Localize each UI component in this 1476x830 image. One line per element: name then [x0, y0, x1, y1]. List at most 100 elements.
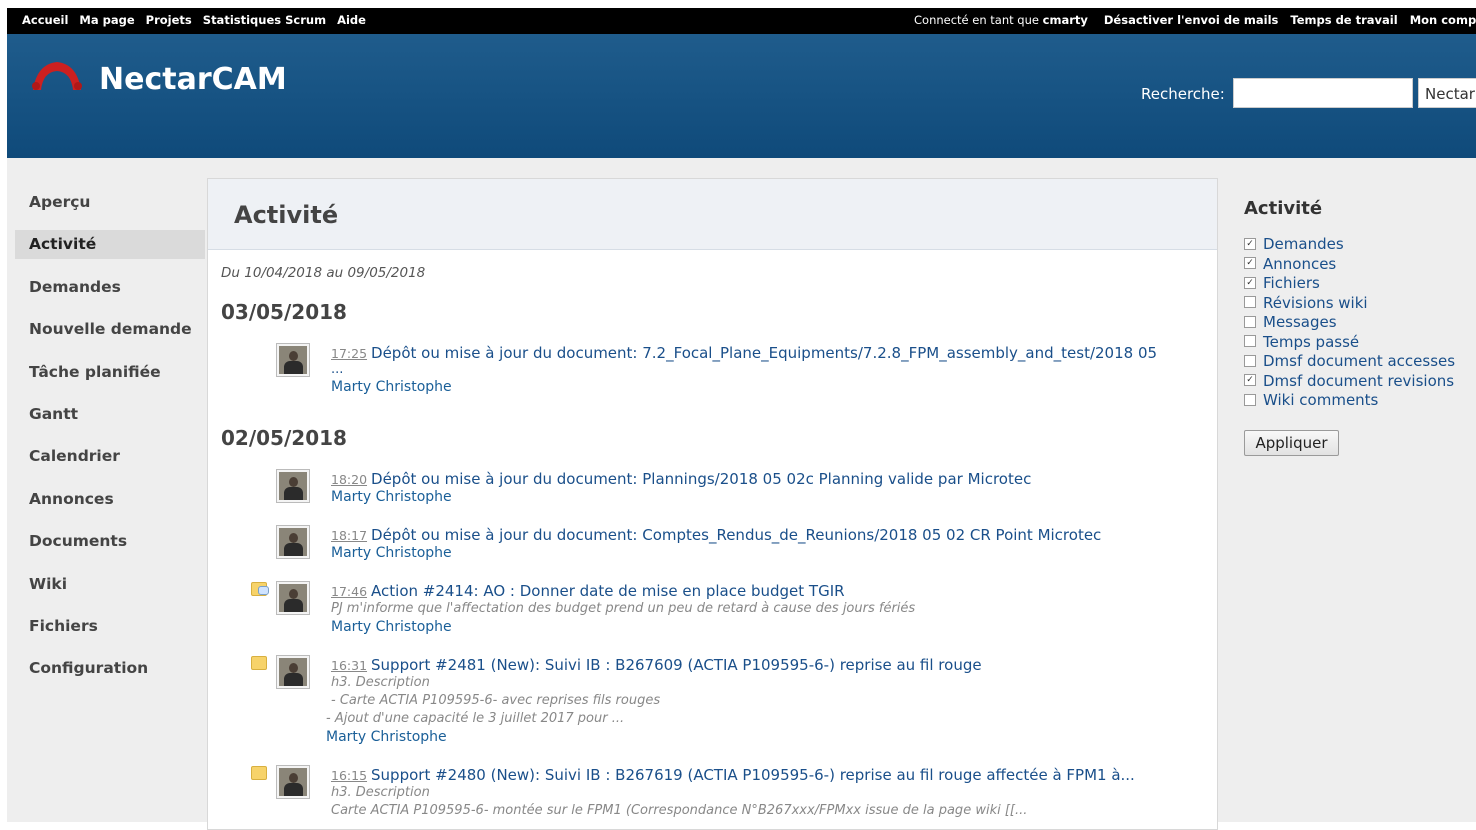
- top-menu-ma-page[interactable]: Ma page: [79, 13, 134, 27]
- nav-item-configuration[interactable]: Configuration: [15, 654, 205, 683]
- avatar: [276, 525, 310, 559]
- filter-label[interactable]: Dmsf document accesses: [1263, 352, 1455, 370]
- event-time: 16:31: [331, 658, 368, 673]
- top-menu-mon-compte[interactable]: Mon comp: [1410, 13, 1476, 27]
- event-title-link[interactable]: Dépôt ou mise à jour du document: Compte…: [371, 526, 1101, 544]
- site-title[interactable]: NectarCAM: [99, 62, 287, 97]
- filter-revisions-wiki[interactable]: Révisions wiki: [1244, 294, 1476, 314]
- filter-checkbox[interactable]: [1244, 354, 1256, 367]
- filter-annonces[interactable]: ✓ Annonces: [1244, 255, 1476, 275]
- top-menu-projets[interactable]: Projets: [146, 13, 192, 27]
- page-title: Activité: [234, 201, 339, 229]
- event-description: Carte ACTIA P109595-6- montée sur le FPM…: [331, 803, 1028, 818]
- nav-item-tache-planifiee[interactable]: Tâche planifiée: [15, 358, 205, 387]
- nectarcam-logo-icon: [32, 62, 82, 90]
- filter-checkbox[interactable]: ✓: [1244, 237, 1256, 250]
- filter-checkbox[interactable]: ✓: [1244, 276, 1256, 289]
- nav-item-calendrier[interactable]: Calendrier: [15, 442, 205, 471]
- event-author-link[interactable]: Marty Christophe: [331, 618, 915, 637]
- filter-checkbox[interactable]: ✓: [1244, 374, 1256, 386]
- filter-dmsf-document-accesses[interactable]: Dmsf document accesses: [1244, 352, 1476, 372]
- day-heading: 03/05/2018: [221, 300, 347, 324]
- filter-checkbox[interactable]: [1244, 296, 1256, 308]
- filter-fichiers[interactable]: ✓ Fichiers: [1244, 274, 1476, 294]
- avatar: [276, 765, 310, 799]
- filter-dmsf-document-revisions[interactable]: ✓ Dmsf document revisions: [1244, 372, 1476, 392]
- search-input[interactable]: [1233, 78, 1413, 108]
- nav-item-gantt[interactable]: Gantt: [15, 400, 205, 429]
- event-description: h3. Description: [331, 675, 430, 690]
- issue-icon: [251, 766, 267, 780]
- top-menu-disable-mails[interactable]: Désactiver l'envoi de mails: [1104, 13, 1278, 27]
- top-menu-statistiques-scrum[interactable]: Statistiques Scrum: [203, 13, 326, 27]
- avatar: [276, 469, 310, 503]
- event-description: PJ m'informe que l'affectation des budge…: [331, 601, 916, 616]
- content-header: [208, 179, 1217, 250]
- nav-item-wiki[interactable]: Wiki: [15, 570, 205, 599]
- header: NectarCAM Recherche: Nectar: [7, 34, 1476, 158]
- nav-item-activite[interactable]: Activité: [15, 230, 205, 260]
- day-heading: 02/05/2018: [221, 426, 347, 450]
- filter-label[interactable]: Messages: [1263, 313, 1337, 331]
- filter-checkbox[interactable]: ✓: [1244, 257, 1256, 269]
- event-title-link[interactable]: Dépôt ou mise à jour du document: 7.2_Fo…: [371, 344, 1157, 362]
- logged-in-as: Connecté en tant que cmarty: [914, 13, 1088, 27]
- event-time: 16:15: [331, 768, 368, 783]
- project-nav: Aperçu Activité Demandes Nouvelle demand…: [15, 188, 205, 697]
- filter-label[interactable]: Wiki comments: [1263, 391, 1378, 409]
- event-time: 18:17: [331, 528, 368, 543]
- filter-label[interactable]: Dmsf document revisions: [1263, 372, 1454, 390]
- event-time: 18:20: [331, 472, 368, 487]
- activity-filters-sidebar: Activité ✓ Demandes ✓ Annonces ✓ Fichiers R…: [1244, 198, 1476, 456]
- top-menu-aide[interactable]: Aide: [337, 13, 366, 27]
- top-menu-temps-de-travail[interactable]: Temps de travail: [1290, 13, 1397, 27]
- filter-checkbox[interactable]: [1244, 393, 1256, 406]
- activity-content: Activité Du 10/04/2018 au 09/05/2018 03/…: [207, 178, 1218, 830]
- filter-checkbox[interactable]: [1244, 335, 1256, 347]
- logged-in-user[interactable]: cmarty: [1043, 13, 1088, 27]
- top-menu-accueil[interactable]: Accueil: [22, 13, 68, 27]
- avatar: [276, 581, 310, 615]
- event-author-link[interactable]: Marty Christophe: [331, 378, 1157, 397]
- filter-label[interactable]: Annonces: [1263, 255, 1336, 273]
- apply-button[interactable]: Appliquer: [1244, 429, 1339, 456]
- nav-item-fichiers[interactable]: Fichiers: [15, 612, 205, 641]
- top-menu: Accueil Ma page Projets Statistiques Scr…: [7, 8, 1476, 34]
- event-title-link[interactable]: Action #2414: AO : Donner date de mise e…: [371, 582, 845, 600]
- filter-demandes[interactable]: ✓ Demandes: [1244, 235, 1476, 255]
- event-description: h3. Description: [331, 785, 430, 800]
- date-range: Du 10/04/2018 au 09/05/2018: [221, 265, 426, 281]
- event-time: 17:46: [331, 584, 368, 599]
- filter-label[interactable]: Demandes: [1263, 235, 1344, 253]
- logged-in-label: Connecté en tant que: [914, 13, 1043, 27]
- event-title-link[interactable]: Support #2481 (New): Suivi IB : B267609 …: [371, 656, 982, 674]
- event-author-link[interactable]: Marty Christophe: [326, 728, 982, 747]
- nav-item-apercu[interactable]: Aperçu: [15, 188, 205, 217]
- nav-item-nouvelle-demande[interactable]: Nouvelle demande: [15, 315, 205, 344]
- avatar: [276, 343, 310, 377]
- event-description: - Ajout d'une capacité le 3 juillet 2017…: [326, 711, 625, 726]
- filter-wiki-comments[interactable]: Wiki comments: [1244, 391, 1476, 411]
- event-author-link[interactable]: Marty Christophe: [331, 544, 1101, 563]
- nav-item-documents[interactable]: Documents: [15, 527, 205, 556]
- nav-item-annonces[interactable]: Annonces: [15, 485, 205, 514]
- filter-label[interactable]: Fichiers: [1263, 274, 1320, 292]
- filter-label[interactable]: Temps passé: [1263, 333, 1359, 351]
- event-title-link[interactable]: Support #2480 (New): Suivi IB : B267619 …: [371, 766, 1135, 784]
- comment-icon: [251, 582, 269, 596]
- event-time: 17:25: [331, 346, 368, 361]
- avatar: [276, 655, 310, 689]
- issue-icon: [251, 656, 267, 670]
- event-description: ...: [331, 362, 344, 377]
- search-label: Recherche:: [1141, 85, 1225, 103]
- project-select[interactable]: Nectar: [1418, 78, 1476, 108]
- event-author-link[interactable]: Marty Christophe: [331, 488, 1031, 507]
- filter-checkbox[interactable]: [1244, 315, 1256, 328]
- filter-messages[interactable]: Messages: [1244, 313, 1476, 333]
- filter-label[interactable]: Révisions wiki: [1263, 294, 1368, 312]
- filter-temps-passe[interactable]: Temps passé: [1244, 333, 1476, 353]
- event-description: - Carte ACTIA P109595-6- avec reprises f…: [331, 693, 661, 708]
- sidebar-title: Activité: [1244, 198, 1323, 219]
- event-title-link[interactable]: Dépôt ou mise à jour du document: Planni…: [371, 470, 1031, 488]
- nav-item-demandes[interactable]: Demandes: [15, 273, 205, 302]
